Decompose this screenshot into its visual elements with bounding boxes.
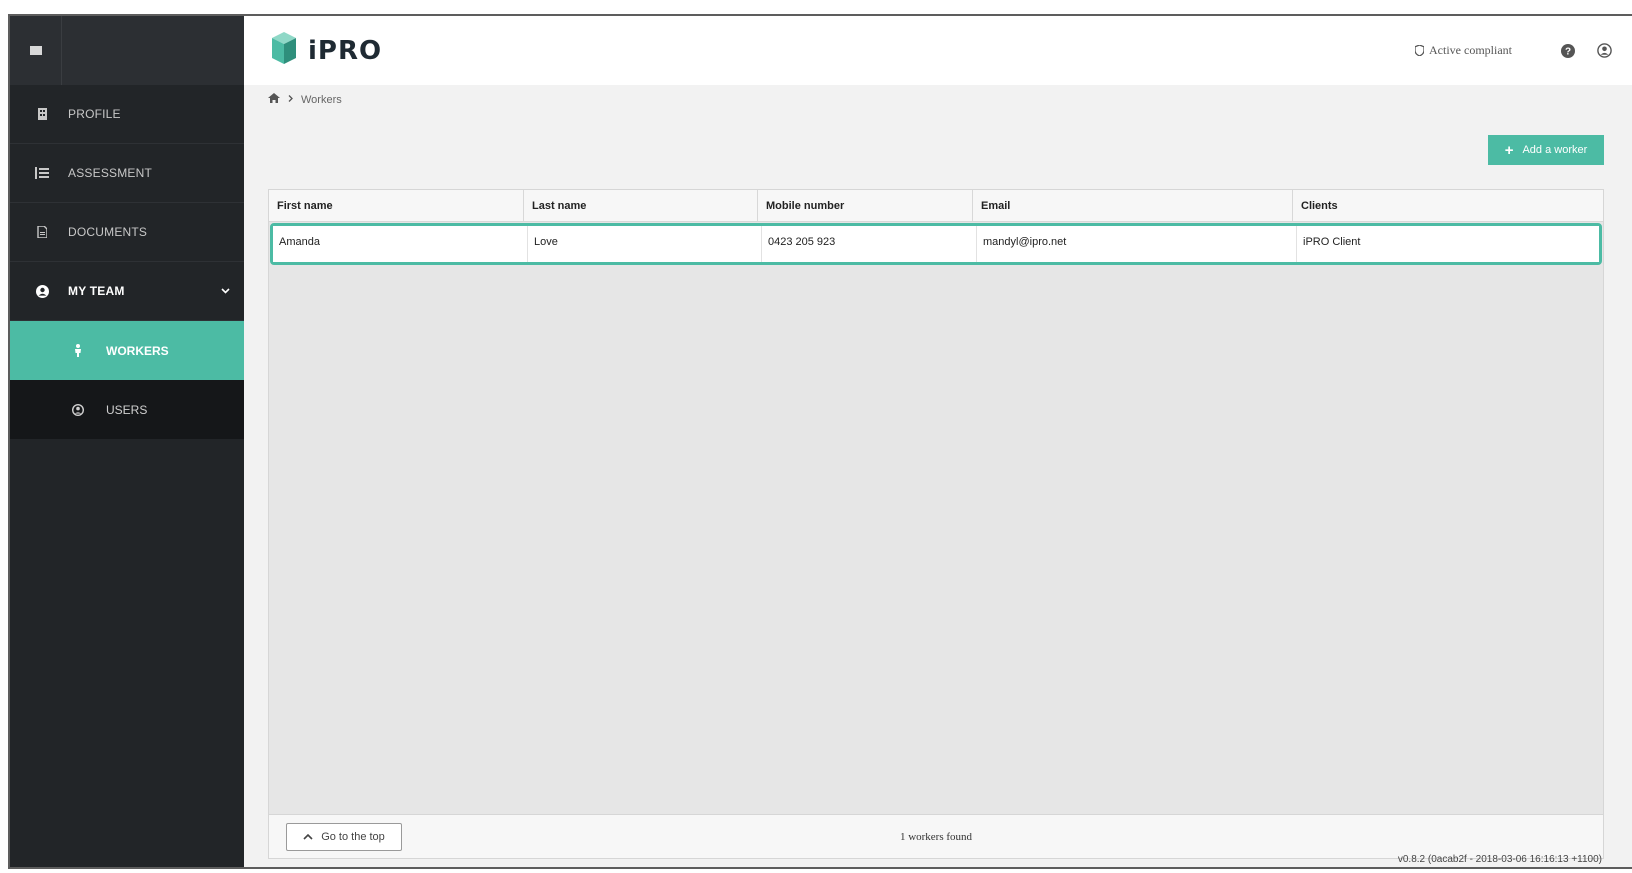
top-header: iPRO Active compliant ? [244,16,1632,85]
column-header-mobile[interactable]: Mobile number [758,190,973,221]
add-worker-label: Add a worker [1522,144,1588,156]
header-actions: Active compliant ? [1415,43,1612,59]
shield-icon [1415,45,1425,56]
worker-icon [70,344,86,357]
building-icon [32,108,52,120]
breadcrumb: Workers [268,93,342,106]
table-row[interactable]: Amanda Love 0423 205 923 mandyl@ipro.net… [273,226,1599,262]
logo-text: iPRO [308,35,383,66]
sidebar-subitem-workers[interactable]: WORKERS [10,321,244,380]
column-header-clients[interactable]: Clients [1293,190,1603,221]
version-info: v0.8.2 (0acab2f - 2018-03-06 16:16:13 +1… [1397,854,1602,865]
result-count: 1 workers found [899,830,973,843]
table-footer: Go to the top 1 workers found [268,815,1604,859]
menu-icon [29,46,42,55]
cell-last-name: Love [528,226,762,262]
chevron-up-icon [303,833,313,840]
workers-table: First name Last name Mobile number Email… [268,189,1604,815]
cell-mobile: 0423 205 923 [762,226,977,262]
chevron-down-icon [221,286,230,297]
column-header-last-name[interactable]: Last name [524,190,758,221]
help-icon[interactable]: ? [1560,43,1576,59]
app-logo[interactable]: iPRO [270,32,382,69]
breadcrumb-current: Workers [301,93,342,106]
app-window: PROFILE ASSESSMENT DOCUMENTS MY TEAM WOR… [8,14,1632,869]
go-to-top-label: Go to the top [321,830,385,843]
sidebar-top [10,16,244,85]
compliance-status[interactable]: Active compliant [1415,43,1512,58]
svg-text:?: ? [1565,46,1571,57]
sidebar-item-label: DOCUMENTS [68,225,148,239]
user-icon [70,403,86,416]
main-content: Workers + Add a worker First name Last n… [244,85,1632,867]
sidebar-subitem-users[interactable]: USERS [10,380,244,439]
table-header: First name Last name Mobile number Email… [269,190,1603,222]
sidebar-item-documents[interactable]: DOCUMENTS [10,203,244,262]
highlighted-row-outline: Amanda Love 0423 205 923 mandyl@ipro.net… [270,223,1602,265]
cell-clients: iPRO Client [1303,236,1361,248]
document-icon [32,226,52,238]
sidebar-item-profile[interactable]: PROFILE [10,85,244,144]
logo-mark-icon [270,32,298,69]
menu-toggle-button[interactable] [10,16,62,85]
sidebar-item-label: MY TEAM [68,284,125,298]
go-to-top-button[interactable]: Go to the top [286,822,402,851]
column-header-first-name[interactable]: First name [269,190,524,221]
sidebar-item-assessment[interactable]: ASSESSMENT [10,144,244,203]
sidebar-item-label: PROFILE [68,107,121,121]
compliance-label: Active compliant [1429,43,1512,57]
add-worker-button[interactable]: + Add a worker [1488,135,1604,165]
plus-icon: + [1504,141,1514,159]
sidebar: PROFILE ASSESSMENT DOCUMENTS MY TEAM WOR… [10,16,244,867]
list-icon [32,167,52,179]
column-header-email[interactable]: Email [973,190,1293,221]
sidebar-subitem-label: WORKERS [106,343,169,358]
breadcrumb-separator-icon [288,94,293,105]
sidebar-item-label: ASSESSMENT [68,166,153,180]
account-icon[interactable] [1596,43,1612,59]
cell-email: mandyl@ipro.net [977,226,1297,262]
home-icon[interactable] [268,93,280,106]
user-circle-icon [32,284,52,298]
sidebar-item-my-team[interactable]: MY TEAM [10,262,244,321]
cell-first-name: Amanda [273,226,528,262]
sidebar-subitem-label: USERS [106,402,148,417]
